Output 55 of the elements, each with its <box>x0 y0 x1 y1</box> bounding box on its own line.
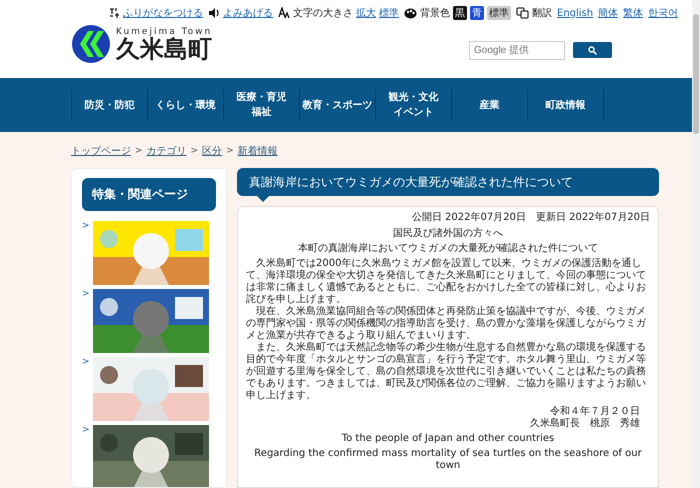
addressee: 国民及び諸外国の方々へ <box>392 228 504 240</box>
nav-item[interactable]: くらし・環境 <box>147 89 223 121</box>
text-size-link[interactable]: 拡大 <box>356 6 376 20</box>
nav-item[interactable]: 防災・防犯 <box>71 89 147 121</box>
breadcrumb-link[interactable]: カテゴリ <box>146 144 187 158</box>
nav-item[interactable]: 町政情報 <box>527 89 604 121</box>
furigana-icon <box>108 7 120 19</box>
list-marker: > <box>82 357 90 367</box>
language-link[interactable]: English <box>557 8 594 18</box>
logo-subtitle: Kumejima Town <box>116 27 212 37</box>
breadcrumb-link[interactable]: 新着情報 <box>238 144 278 158</box>
language-link[interactable]: 簡体 <box>598 6 618 20</box>
language-link[interactable]: 繁体 <box>623 6 644 20</box>
background-color-label: 背景色 <box>420 6 450 20</box>
text-size-label: 文字の大きさ <box>293 6 353 20</box>
signature-line: 久米島町長 桃原 秀雄 <box>530 418 640 430</box>
read-aloud-link[interactable]: よみあげる <box>223 6 273 20</box>
text-size-link[interactable]: 標準 <box>379 6 399 20</box>
article-dates: 公開日 2022年07月20日 更新日 2022年07月20日 <box>410 212 650 224</box>
breadcrumb-separator: > <box>190 146 198 156</box>
nav-item[interactable]: 医療・育児 福祉 <box>223 89 299 121</box>
background-color-button[interactable]: 黒 <box>453 6 467 20</box>
palette-icon <box>404 8 417 18</box>
english-heading: To the people of Japan and other countries <box>340 433 556 445</box>
subject-line: 本町の真謝海岸においてウミガメの大量死が確認された件について <box>297 243 599 255</box>
speaker-icon <box>208 7 220 19</box>
language-link[interactable]: 한국어 <box>648 6 678 20</box>
list-marker: > <box>82 221 90 231</box>
search-button[interactable] <box>573 42 612 58</box>
article-paragraph: 久米島町では2000年に久米島ウミガメ館を設置して以来、ウミガメの保護活動を通して、海洋環境の保全や大切さを発信してきた久米島町にとりまして、今回の事態については非常に痛ましく遺憾であるとともに、ご心配をおかけした全ての皆様に対し、心よりお詫びを申し上げます。 <box>246 258 647 306</box>
nav-item[interactable]: 教育・スポーツ <box>299 89 375 121</box>
translate-icon <box>516 7 529 19</box>
nav-item[interactable]: 観光・文化 イベント <box>375 89 451 121</box>
translate-label: 翻訳 <box>532 6 552 20</box>
breadcrumb-separator: > <box>135 146 143 156</box>
logo-icon <box>72 25 110 63</box>
background-color-button[interactable]: 青 <box>470 6 484 20</box>
article-paragraph: また、久米島町では天然記念物等の希少生物が生息する自然豊かな島の環境を保護する目的で今年度「ホタルとサンゴの島宣言」を行う予定です。ホタル舞う里山、ウミガメ等が回遊する里海を保全して、島の自然環境を次世代に引き継いでいくことは私たちの責務でもあります。つきましては、町民及び関係各位のご理解、ご協力を賜りますようお願い申し上げます。 <box>246 342 647 402</box>
signature-line: 令和４年７月２０日 <box>550 406 640 418</box>
breadcrumb-link[interactable]: トップページ <box>71 144 131 158</box>
sidebar-title: 特集・関連ページ <box>82 178 216 211</box>
search-icon <box>588 46 597 54</box>
text-size-icon <box>278 7 290 19</box>
article-paragraph: 現在、久米島漁業協同組合等の関係団体と再発防止策を協議中ですが、今後、ウミガメの専門家や国・県等の関係機関の指導助言を受け、島の豊かな藻場を保護しながらウミガメと漁業が共存できるよう取り組んでまいります。 <box>246 306 648 342</box>
english-paragraph: Regarding the confirmed mass mortality of sea turtles on the seashore of our town <box>253 448 643 472</box>
breadcrumb-link[interactable]: 区分 <box>202 144 222 158</box>
nav-item[interactable]: 産業 <box>451 89 527 121</box>
background-color-button[interactable]: 標準 <box>487 6 511 20</box>
list-marker: > <box>82 425 90 435</box>
furigana-link[interactable]: ふりがなをつける <box>123 6 203 20</box>
breadcrumb-separator: > <box>226 146 234 156</box>
list-marker: > <box>82 289 90 299</box>
scrollbar[interactable] <box>692 0 700 488</box>
logo-title: 久米島町 <box>116 37 212 61</box>
search-field[interactable]: Google 提供 <box>469 40 565 60</box>
